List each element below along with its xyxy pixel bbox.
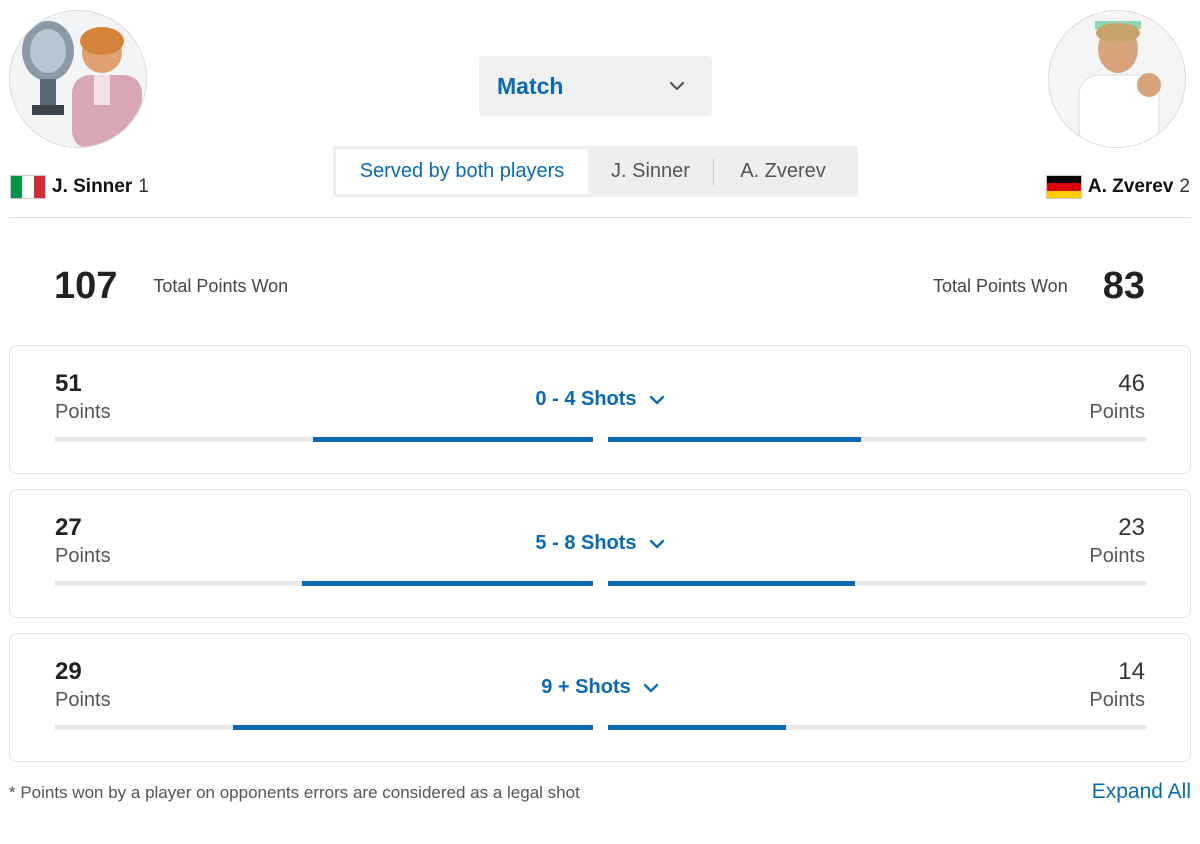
right-points-label: Points bbox=[1089, 545, 1145, 567]
total-left-label: Total Points Won bbox=[153, 276, 289, 296]
rally-range-label: 5 - 8 Shots bbox=[535, 532, 637, 554]
player-left-photo bbox=[10, 11, 146, 147]
period-dropdown-value: Match bbox=[497, 72, 564, 99]
footnote: * Points won by a player on opponents er… bbox=[9, 783, 580, 802]
right-points-label: Points bbox=[1089, 689, 1145, 711]
expand-all-link[interactable]: Expand All bbox=[1092, 780, 1191, 804]
chevron-down-icon bbox=[649, 539, 664, 548]
rally-card-0-4: 51 Points 0 - 4 Shots 46 Points bbox=[9, 345, 1191, 474]
right-points-value: 46 bbox=[1118, 370, 1145, 397]
player-left-label: J. Sinner 1 bbox=[10, 175, 149, 199]
player-left-name: J. Sinner bbox=[52, 176, 133, 197]
rally-range-label: 9 + Shots bbox=[541, 676, 631, 698]
player-right-name: A. Zverev bbox=[1087, 176, 1174, 197]
tab-served-by-zverev[interactable]: A. Zverev bbox=[714, 149, 852, 194]
right-points-bar-fill bbox=[608, 437, 861, 442]
rally-card-9-plus: 29 Points 9 + Shots 14 Points bbox=[9, 633, 1191, 762]
player-left-seed: 1 bbox=[138, 176, 149, 197]
right-points-bar bbox=[608, 725, 1146, 730]
rally-range-label: 0 - 4 Shots bbox=[535, 388, 637, 410]
total-right-label: Total Points Won bbox=[932, 276, 1068, 296]
player-right-label: A. Zverev 2 bbox=[1045, 175, 1190, 199]
total-left-value: 107 bbox=[54, 265, 118, 307]
right-points-label: Points bbox=[1089, 401, 1145, 423]
left-points-bar bbox=[55, 725, 593, 730]
right-points-bar bbox=[608, 581, 1146, 586]
left-points-bar bbox=[55, 581, 593, 586]
tab-served-by-both[interactable]: Served by both players bbox=[336, 149, 588, 194]
header-divider bbox=[9, 217, 1191, 218]
right-points-value: 23 bbox=[1118, 514, 1145, 541]
right-points-bar bbox=[608, 437, 1146, 442]
chevron-down-icon bbox=[649, 395, 664, 404]
server-filter: Served by both players J. Sinner A. Zver… bbox=[333, 146, 858, 197]
player-right-avatar bbox=[1048, 10, 1186, 148]
rally-range-toggle[interactable]: 9 + Shots bbox=[10, 676, 1190, 699]
left-points-bar-fill bbox=[313, 437, 593, 442]
right-points-value: 14 bbox=[1118, 658, 1145, 685]
left-points-bar-fill bbox=[232, 725, 593, 730]
left-points-bar bbox=[55, 437, 593, 442]
rally-card-5-8: 27 Points 5 - 8 Shots 23 Points bbox=[9, 489, 1191, 618]
rally-range-toggle[interactable]: 0 - 4 Shots bbox=[10, 388, 1190, 411]
period-dropdown[interactable]: Match bbox=[479, 56, 712, 116]
right-points-bar-fill bbox=[608, 725, 786, 730]
rally-range-toggle[interactable]: 5 - 8 Shots bbox=[10, 532, 1190, 555]
germany-flag-icon bbox=[1045, 175, 1082, 199]
right-points-bar-fill bbox=[608, 581, 856, 586]
total-right-value: 83 bbox=[1102, 265, 1145, 307]
player-right-seed: 2 bbox=[1179, 176, 1190, 197]
chevron-down-icon bbox=[643, 683, 658, 692]
italy-flag-icon bbox=[10, 175, 46, 199]
player-left-avatar bbox=[9, 10, 147, 148]
total-left: 107 Total Points Won bbox=[54, 265, 288, 308]
player-right-photo bbox=[1049, 11, 1185, 147]
tab-served-by-sinner[interactable]: J. Sinner bbox=[588, 149, 713, 194]
left-points-bar-fill bbox=[302, 581, 593, 586]
chevron-down-icon bbox=[669, 81, 685, 91]
total-right: Total Points Won 83 bbox=[933, 265, 1145, 308]
